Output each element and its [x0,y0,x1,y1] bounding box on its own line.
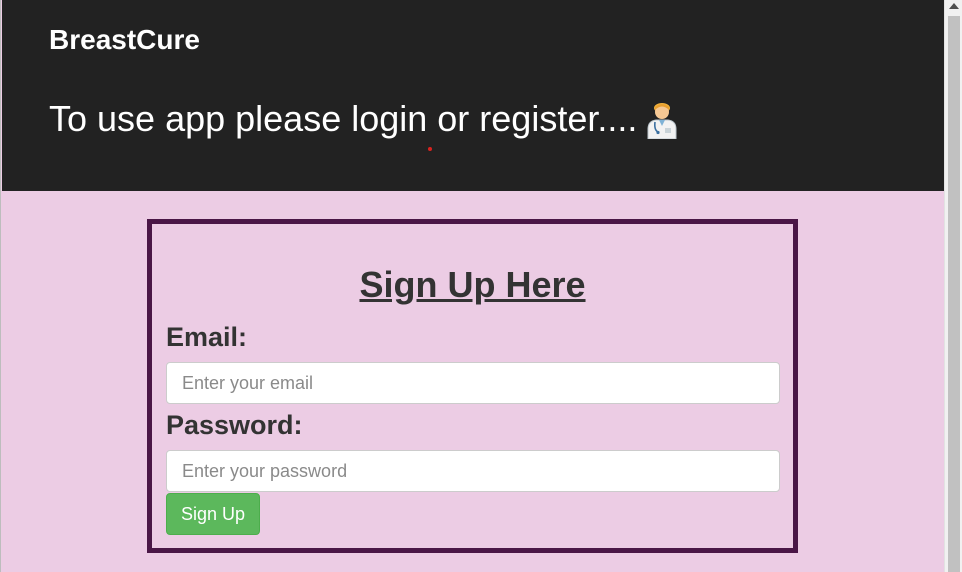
scroll-up-arrow-icon[interactable] [949,3,959,9]
email-label: Email: [166,322,248,352]
vertical-scrollbar[interactable] [944,0,962,572]
doctor-emoji-icon [645,99,679,140]
cursor-dot [428,147,432,151]
login-prompt-text: To use app please login or register.... [49,98,638,139]
password-field[interactable] [166,450,780,492]
password-label: Password: [166,410,303,440]
header-banner: BreastCure To use app please login or re… [2,0,944,191]
email-field[interactable] [166,362,780,404]
login-prompt: To use app please login or register.... [49,98,679,140]
signup-title: Sign Up Here [359,264,586,305]
page-body: BreastCure To use app please login or re… [0,0,944,572]
brand-title[interactable]: BreastCure [49,24,200,56]
signup-form: Sign Up Here Email: Password: Sign Up [147,219,798,553]
sign-up-button[interactable]: Sign Up [166,493,260,535]
scrollbar-thumb[interactable] [948,16,960,572]
